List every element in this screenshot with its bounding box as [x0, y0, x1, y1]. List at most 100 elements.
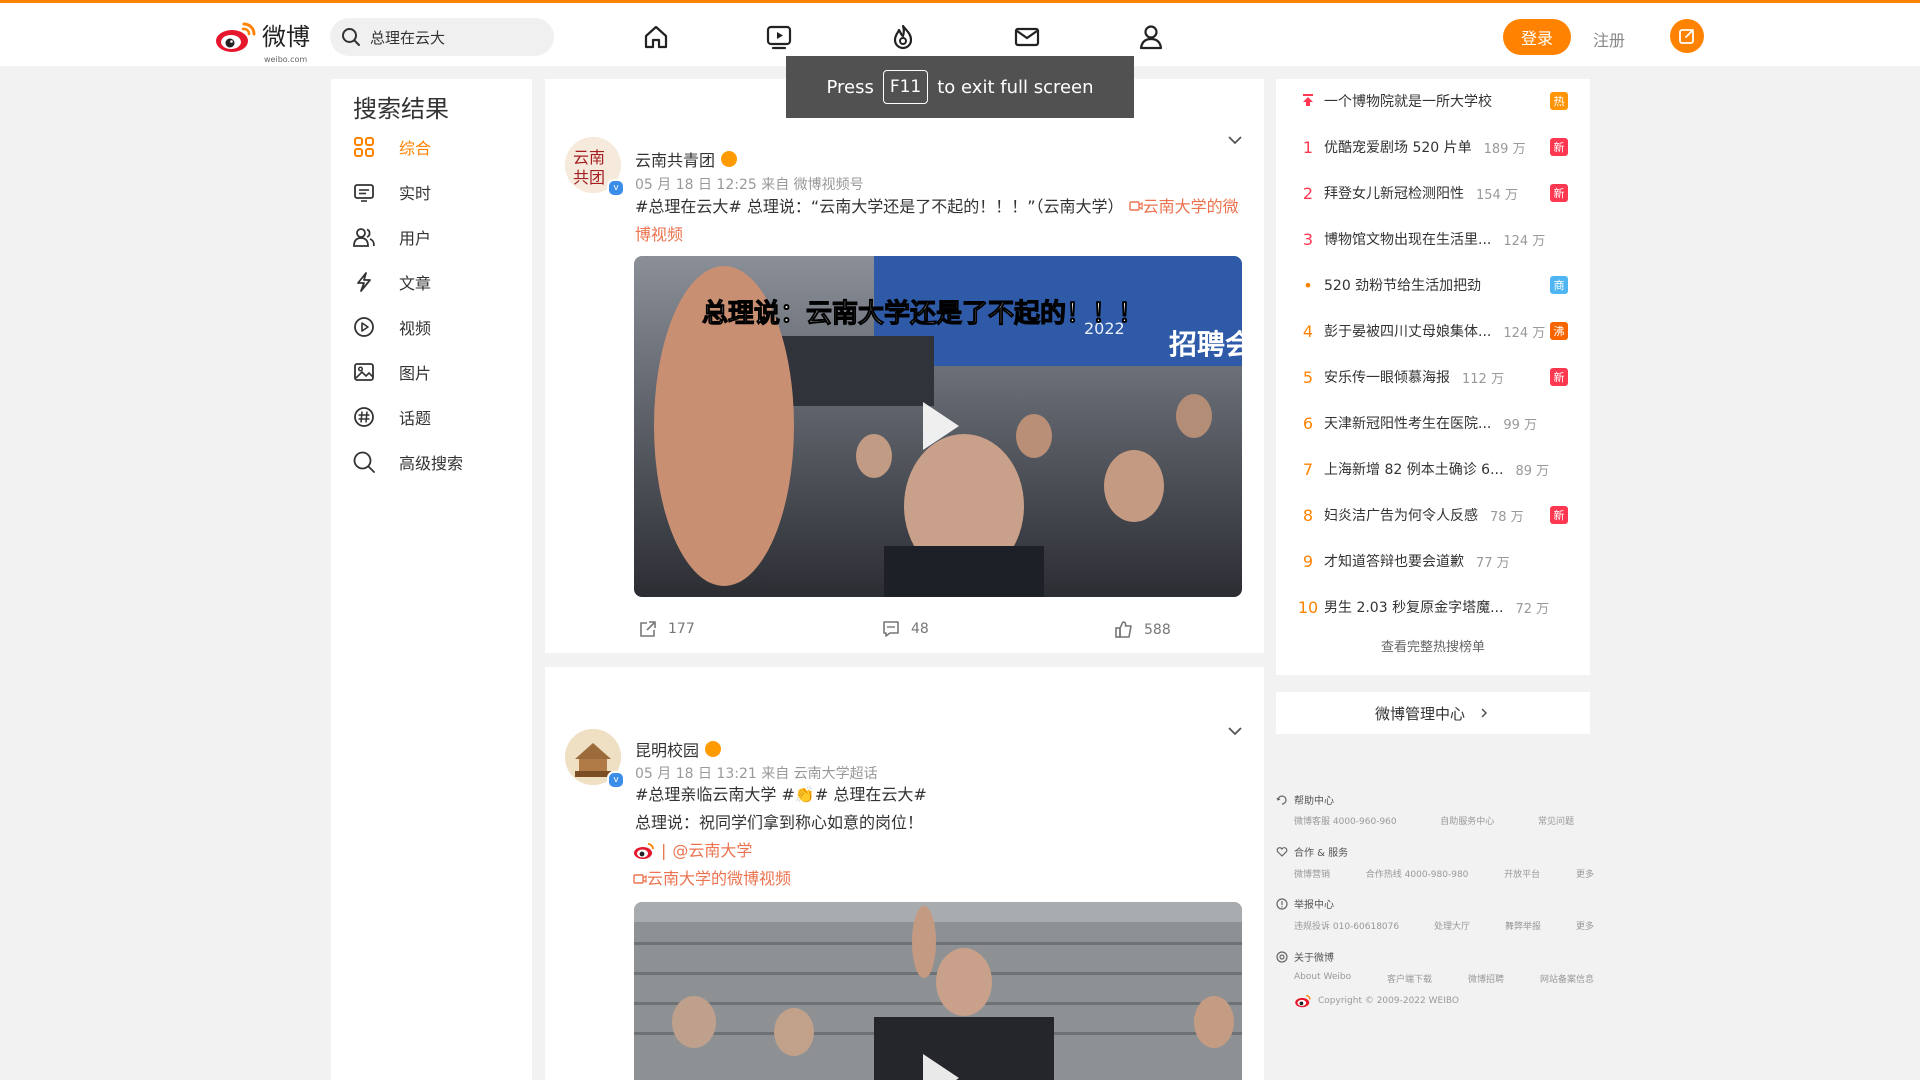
manage-center-button[interactable]: 微博管理中心 [1276, 692, 1590, 734]
hot-title: 妇炎洁广告为何令人反感 [1324, 508, 1478, 524]
footer-section-cooperation[interactable]: 合作 & 服务 [1276, 844, 1348, 859]
post-text: #总理在云大# 总理说：“云南大学还是了不起的！！！”（云南大学） 云南大学的微… [635, 193, 1245, 249]
footer-link[interactable]: 自助服务中心 [1440, 814, 1494, 827]
hot-count: 112 万 [1462, 371, 1504, 387]
footer-link[interactable]: 合作热线 4000-980-980 [1366, 867, 1469, 880]
hot-search-pinned[interactable]: 一个博物院就是一所大学校 热 [1294, 86, 1574, 116]
hot-title: 才知道答辩也要会道歉 [1324, 554, 1464, 570]
footer-link[interactable]: 微博客服 4000-960-960 [1294, 814, 1397, 827]
weibo-logo[interactable]: 微博 weibo.com [214, 17, 310, 64]
home-icon[interactable] [638, 19, 674, 55]
hot-search-item[interactable]: 4 彭于晏被四川丈母娘集体... 124 万沸 [1294, 316, 1574, 346]
sidebar-item-users[interactable]: 用户 [351, 222, 431, 252]
hot-badge: 新 [1550, 368, 1568, 386]
footer-link[interactable]: 网站备案信息 [1540, 972, 1594, 985]
search-box[interactable] [330, 18, 554, 56]
sidebar-item-images[interactable]: 图片 [351, 357, 431, 387]
mention-link[interactable]: @云南大学 [672, 837, 752, 865]
video-link[interactable]: 云南大学的微博视频 [633, 865, 791, 893]
vip-crown-icon [705, 741, 722, 757]
footer-link[interactable]: 常见问题 [1538, 814, 1574, 827]
sidebar-item-label: 高级搜索 [399, 454, 464, 473]
footer-link[interactable]: 更多 [1576, 919, 1594, 932]
register-link[interactable]: 注册 [1593, 27, 1625, 51]
username-text: 昆明校园 [635, 741, 700, 760]
login-button[interactable]: 登录 [1503, 19, 1571, 55]
play-icon[interactable] [923, 1054, 959, 1080]
footer-section-report[interactable]: 举报中心 [1276, 896, 1334, 911]
footer-section-help[interactable]: 帮助中心 [1276, 792, 1334, 807]
sidebar-item-label: 视频 [399, 319, 432, 338]
search-icon [340, 26, 362, 48]
footer-link[interactable]: 舞弊举报 [1505, 919, 1541, 932]
hot-search-item[interactable]: 8 妇炎洁广告为何令人反感 78 万 新 [1294, 500, 1574, 530]
sidebar-item-videos[interactable]: 视频 [351, 312, 431, 342]
view-full-hot-search-link[interactable]: 查看完整热搜榜单 [1276, 636, 1590, 655]
hot-search-item[interactable]: 10 男生 2.03 秒复原金字塔魔... 72 万 [1294, 592, 1574, 622]
hot-search-item[interactable]: 5 安乐传一眼倾慕海报 112 万 新 [1294, 362, 1574, 392]
hot-search-item[interactable]: 6 天津新冠阳性考生在医院... 99 万 [1294, 408, 1574, 438]
hot-search-item[interactable]: 1 优酷宠爱剧场 520 片单 189 万 新 [1294, 132, 1574, 162]
footer-link[interactable]: 违规投诉 010-60618076 [1294, 919, 1399, 932]
profile-icon[interactable] [1133, 19, 1169, 55]
hot-icon[interactable] [885, 19, 921, 55]
footer-link[interactable]: 处理大厅 [1434, 919, 1470, 932]
play-icon[interactable] [923, 402, 959, 450]
sidebar-item-comprehensive[interactable]: 综合 [351, 132, 431, 162]
hot-search-item[interactable]: 2 拜登女儿新冠检测阳性 154 万 新 [1294, 178, 1574, 208]
search-icon [351, 449, 377, 475]
compose-button[interactable] [1670, 19, 1704, 53]
hot-title: 天津新冠阳性考生在医院... [1324, 416, 1492, 432]
post-username[interactable]: 云南共青团 [635, 147, 738, 171]
post-meta: 05 月 18 日 12:25 来自 微博视频号 [635, 177, 864, 193]
video-caption: 总理说：云南大学还是了不起的！！！ [702, 298, 1144, 329]
hot-rank: 3 [1302, 229, 1314, 249]
footer-link[interactable]: 微博招聘 [1468, 972, 1504, 985]
hot-search-item[interactable]: • 520 劲粉节给生活加把劲 商 [1294, 270, 1574, 300]
article-icon [351, 269, 377, 295]
footer-link[interactable]: 微博营销 [1294, 867, 1330, 880]
hot-search-item[interactable]: 9 才知道答辩也要会道歉 77 万 [1294, 546, 1574, 576]
heart-icon [1276, 846, 1288, 857]
hot-rank: 10 [1297, 597, 1319, 617]
weibo-eye-icon [216, 22, 256, 52]
video-player[interactable]: 招聘会 2022 总理说：云南大学还是了不起的！！！ [634, 256, 1242, 597]
comment-icon [883, 621, 899, 637]
footer-link[interactable]: 更多 [1576, 867, 1594, 880]
sidebar-item-advanced-search[interactable]: 高级搜索 [351, 447, 463, 477]
footer-link[interactable]: 开放平台 [1504, 867, 1540, 880]
copyright: Copyright © 2009-2022 WEIBO [1294, 994, 1459, 1008]
like-count: 588 [1144, 622, 1171, 638]
hot-rank: • [1303, 275, 1313, 295]
search-input[interactable] [368, 27, 542, 47]
hot-search-item[interactable]: 3 博物馆文物出现在生活里... 124 万 [1294, 224, 1574, 254]
footer-link[interactable]: About Weibo [1294, 972, 1351, 985]
message-icon[interactable] [1009, 19, 1045, 55]
post-text-line-1: #总理亲临云南大学 #👏# 总理在云大# [635, 785, 927, 804]
like-button[interactable]: 588 [1114, 620, 1171, 640]
repost-button[interactable]: 177 [638, 619, 695, 639]
video-icon[interactable] [761, 19, 797, 55]
footer-section-about[interactable]: 关于微博 [1276, 949, 1334, 964]
chevron-down-icon[interactable] [1226, 722, 1244, 740]
hot-rank: 4 [1302, 321, 1314, 341]
chevron-down-icon[interactable] [1226, 131, 1244, 149]
footer-link[interactable]: 客户端下载 [1387, 972, 1432, 985]
hot-badge: 新 [1550, 506, 1568, 524]
post-username[interactable]: 昆明校园 [635, 737, 722, 761]
help-icon [1276, 794, 1287, 805]
hot-rank: 6 [1302, 413, 1314, 433]
sidebar-item-label: 话题 [399, 409, 432, 428]
sidebar-item-label: 用户 [399, 229, 432, 248]
footer-section-title: 帮助中心 [1294, 796, 1334, 807]
hot-search-item[interactable]: 7 上海新增 82 例本土确诊 6... 89 万 [1294, 454, 1574, 484]
sidebar-item-articles[interactable]: 文章 [351, 267, 431, 297]
comment-button[interactable]: 48 [881, 619, 929, 639]
realtime-icon [351, 179, 377, 205]
sidebar-item-realtime[interactable]: 实时 [351, 177, 431, 207]
video-player[interactable] [634, 902, 1242, 1080]
hot-count: 124 万 [1503, 325, 1546, 341]
video-link-text: 云南大学的微博视频 [647, 869, 792, 888]
sidebar-item-topics[interactable]: 话题 [351, 402, 431, 432]
svg-text:共团: 共团 [573, 168, 605, 187]
